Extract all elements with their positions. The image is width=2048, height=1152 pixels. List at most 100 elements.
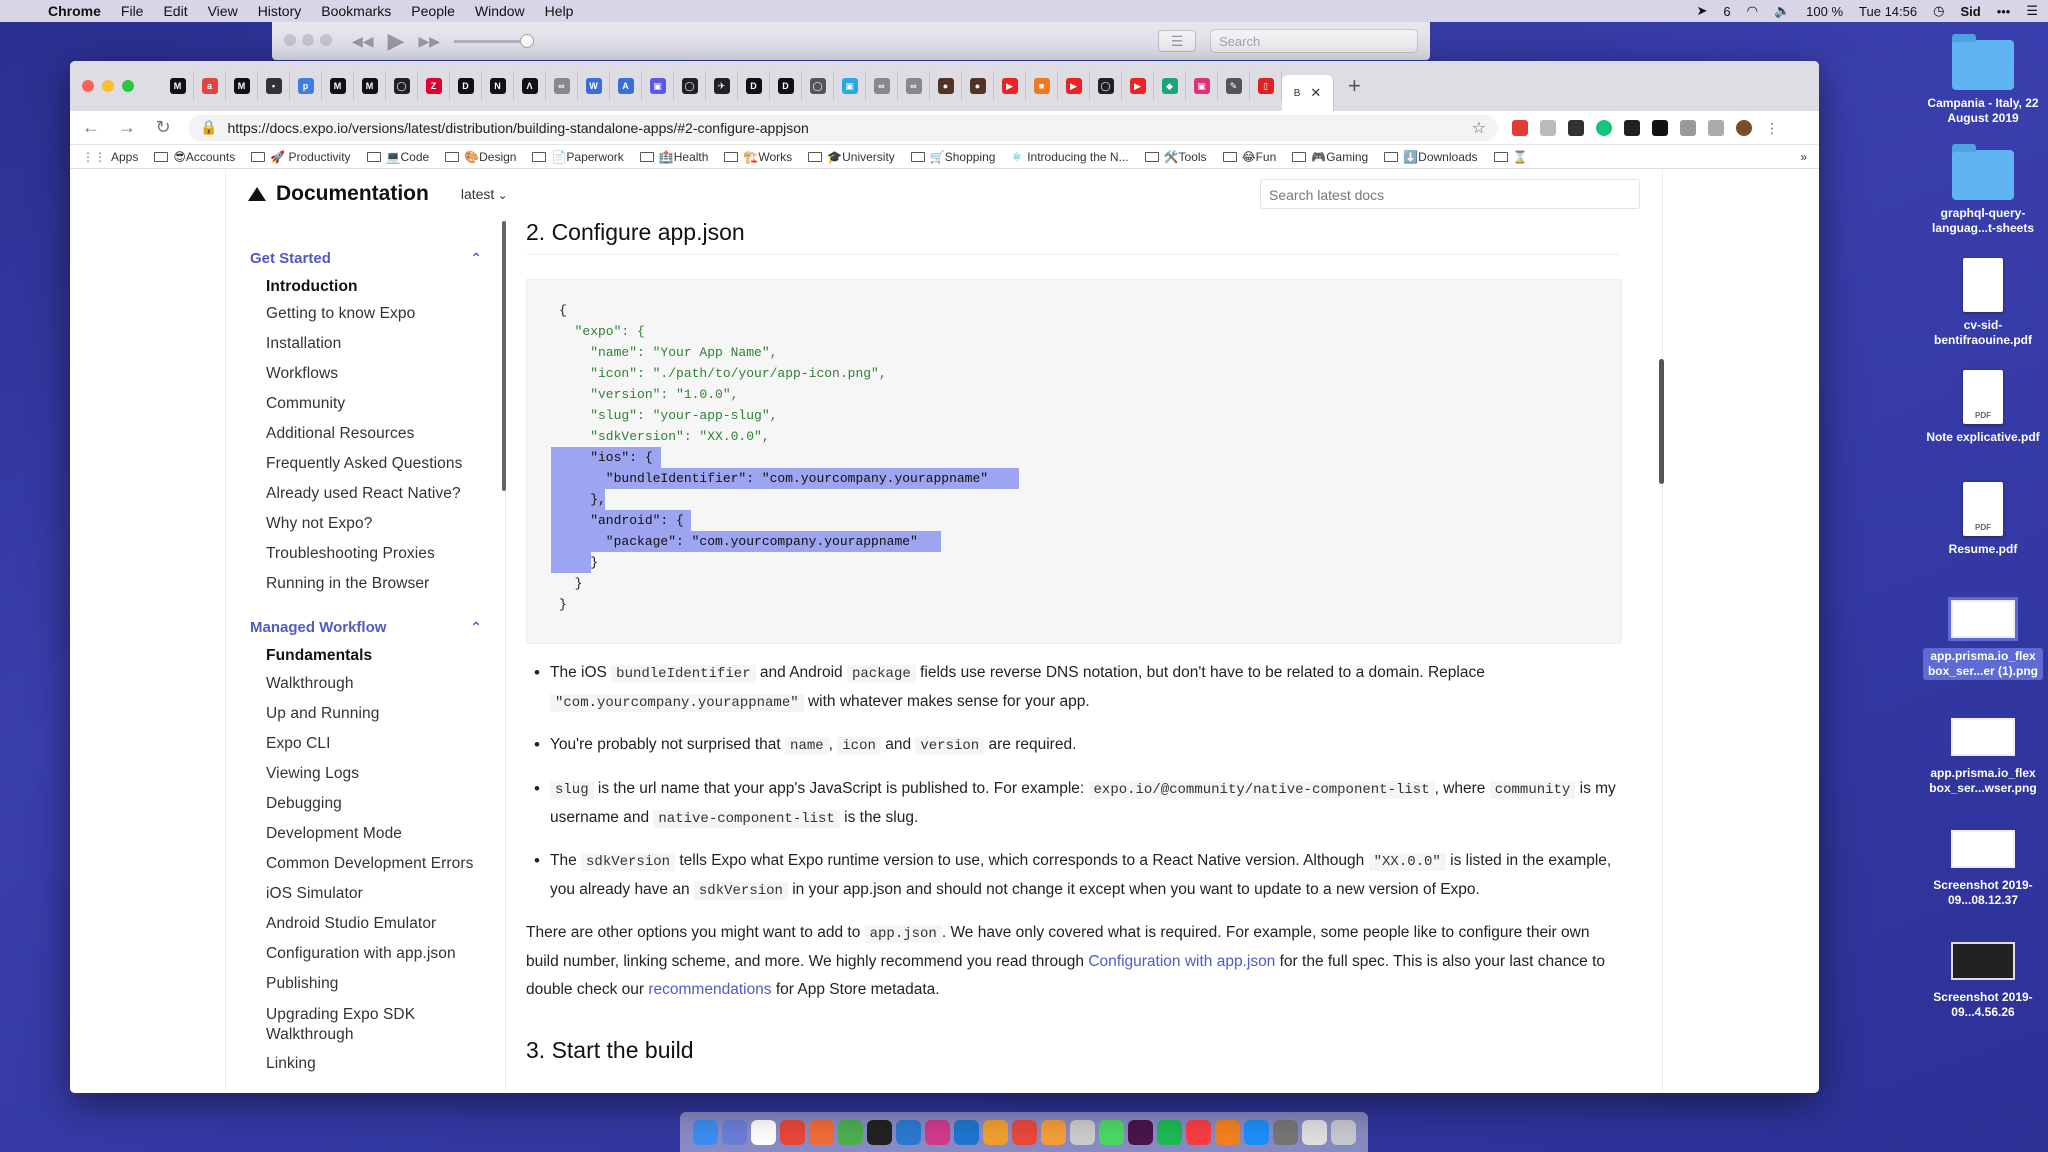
tab[interactable]: N xyxy=(482,71,514,101)
code-block[interactable]: { "expo": { "name": "Your App Name", "ic… xyxy=(526,279,1622,644)
tab[interactable]: Λ xyxy=(514,71,546,101)
sidebar-item[interactable]: Android Studio Emulator xyxy=(266,915,436,933)
tab[interactable]: p xyxy=(290,71,322,101)
extension-icon[interactable] xyxy=(1708,119,1724,136)
sidebar-item[interactable]: Debugging xyxy=(266,795,342,813)
documents-icon[interactable] xyxy=(1301,1119,1327,1145)
tab[interactable]: ● xyxy=(962,71,994,101)
vscode-icon[interactable] xyxy=(895,1119,921,1145)
lock-icon[interactable]: 🔒 xyxy=(200,119,217,136)
sidebar-item[interactable]: Development Mode xyxy=(266,825,402,843)
tab[interactable]: a xyxy=(194,71,226,101)
battery-level[interactable]: 100 % xyxy=(1806,4,1843,19)
tab[interactable]: A xyxy=(610,71,642,101)
bookmark-folder[interactable]: 🎨Design xyxy=(445,150,516,164)
version-selector[interactable]: latest xyxy=(461,186,508,202)
link-recommendations[interactable]: recommendations xyxy=(648,981,771,998)
sidebar-item[interactable]: Already used React Native? xyxy=(266,485,461,503)
menu-edit[interactable]: Edit xyxy=(163,3,187,19)
tab[interactable]: ● xyxy=(930,71,962,101)
bookmark-star-icon[interactable]: ☆ xyxy=(1472,118,1486,138)
mask-icon[interactable] xyxy=(1624,119,1640,136)
clock[interactable]: Tue 14:56 xyxy=(1859,4,1917,19)
docs-logo[interactable]: Documentation xyxy=(248,182,429,206)
tab[interactable]: ◯ xyxy=(802,71,834,101)
tab[interactable]: M xyxy=(354,71,386,101)
bookmark-link[interactable]: ⚛ Introducing the N... xyxy=(1011,150,1128,164)
terminal-icon[interactable] xyxy=(866,1119,892,1145)
desktop-folder-graphql[interactable]: graphql-query-languag...t-sheets xyxy=(1923,144,2043,236)
sidebar-item[interactable]: Publishing xyxy=(266,975,339,993)
sidebar-item[interactable]: Community xyxy=(266,395,345,413)
sidebar-item[interactable]: Viewing Logs xyxy=(266,765,359,783)
rewind-icon[interactable]: ◀◀ xyxy=(352,33,374,50)
tab[interactable]: ▶ xyxy=(994,71,1026,101)
back-icon[interactable]: ← xyxy=(80,117,102,138)
desktop-file-cv[interactable]: cv-sid-bentifraouine.pdf xyxy=(1923,258,2043,348)
sidebar-section-managed-workflow[interactable]: Managed Workflow ⌃ xyxy=(250,619,482,636)
volume-slider[interactable] xyxy=(454,33,535,48)
chevron-up-icon[interactable]: ⌃ xyxy=(470,619,482,636)
reload-icon[interactable]: ↻ xyxy=(152,117,174,138)
grammarly-icon[interactable] xyxy=(1596,119,1612,136)
menu-kebab-icon[interactable]: ⋮ xyxy=(1764,120,1780,136)
menu-people[interactable]: People xyxy=(411,3,455,19)
tab[interactable]: D xyxy=(450,71,482,101)
menu-file[interactable]: File xyxy=(121,3,144,19)
bookmark-folder[interactable]: 🛠️Tools xyxy=(1144,150,1207,164)
tab[interactable]: ■ xyxy=(1026,71,1058,101)
up-next-button[interactable]: ☰ xyxy=(1158,30,1196,52)
tab[interactable]: D xyxy=(770,71,802,101)
location-arrow-icon[interactable]: ➤ xyxy=(1697,3,1708,19)
desktop-file-resume[interactable]: PDF Resume.pdf xyxy=(1923,482,2043,557)
docs-search-input[interactable]: Search latest docs xyxy=(1260,179,1640,209)
active-tab[interactable]: B ✕ xyxy=(1282,75,1334,111)
player-window-controls[interactable] xyxy=(284,33,338,49)
bookmark-folder[interactable]: 💻Code xyxy=(366,150,429,164)
tab[interactable]: Z xyxy=(418,71,450,101)
sidebar-item[interactable]: Workflows xyxy=(266,365,338,383)
link-configuration[interactable]: Configuration with app.json xyxy=(1088,953,1275,970)
tab[interactable]: W xyxy=(578,71,610,101)
sidebar-item[interactable]: Walkthrough xyxy=(266,675,354,693)
extension-icon[interactable] xyxy=(1680,119,1696,136)
cloud-icon[interactable] xyxy=(1540,119,1556,136)
sidebar-item[interactable]: Running in the Browser xyxy=(266,575,429,593)
menu-history[interactable]: History xyxy=(258,3,302,19)
todoist-icon[interactable] xyxy=(779,1119,805,1145)
bookmark-folder[interactable]: 🏥Health xyxy=(639,150,708,164)
extension-icon[interactable] xyxy=(1652,119,1668,136)
tab[interactable]: ▶ xyxy=(1058,71,1090,101)
graphql-icon[interactable] xyxy=(924,1119,950,1145)
menu-window[interactable]: Window xyxy=(475,3,525,19)
sidebar-scrollbar[interactable] xyxy=(502,221,506,491)
forward-icon[interactable]: → xyxy=(116,117,138,138)
minimize-window-icon[interactable] xyxy=(102,80,114,92)
sketch-icon[interactable] xyxy=(982,1119,1008,1145)
bookmark-folder[interactable]: 😂Fun xyxy=(1222,150,1276,164)
desktop-file-note[interactable]: PDF Note explicative.pdf xyxy=(1923,370,2043,445)
forward-icon[interactable]: ▶▶ xyxy=(418,33,440,50)
bookmark-folder[interactable]: 🛒Shopping xyxy=(910,150,995,164)
play-icon[interactable]: ▶ xyxy=(388,28,405,54)
finder-icon[interactable] xyxy=(692,1119,718,1145)
new-tab-icon[interactable]: + xyxy=(1348,73,1361,99)
firefox-icon[interactable] xyxy=(953,1119,979,1145)
tab[interactable]: ∞ xyxy=(866,71,898,101)
calendar-icon[interactable] xyxy=(750,1119,776,1145)
tab[interactable]: M xyxy=(162,71,194,101)
tab[interactable]: ∞ xyxy=(546,71,578,101)
user-name[interactable]: Sid xyxy=(1960,4,1980,19)
app-icon[interactable] xyxy=(1040,1119,1066,1145)
menu-bookmarks[interactable]: Bookmarks xyxy=(321,3,391,19)
bookmarks-overflow-icon[interactable]: » xyxy=(1800,150,1807,164)
menu-view[interactable]: View xyxy=(208,3,238,19)
time-machine-icon[interactable]: ◷ xyxy=(1933,3,1944,19)
tab[interactable]: D xyxy=(738,71,770,101)
more-icon[interactable]: ••• xyxy=(1997,4,2011,19)
sidebar-item[interactable]: Frequently Asked Questions xyxy=(266,455,462,473)
bookmark-folder[interactable]: 😎Accounts xyxy=(154,150,235,164)
bookmark-folder[interactable]: ⌛ xyxy=(1493,150,1528,164)
sidebar-item[interactable]: Why not Expo? xyxy=(266,515,372,533)
bookmark-folder[interactable]: 📄Paperwork xyxy=(532,150,624,164)
